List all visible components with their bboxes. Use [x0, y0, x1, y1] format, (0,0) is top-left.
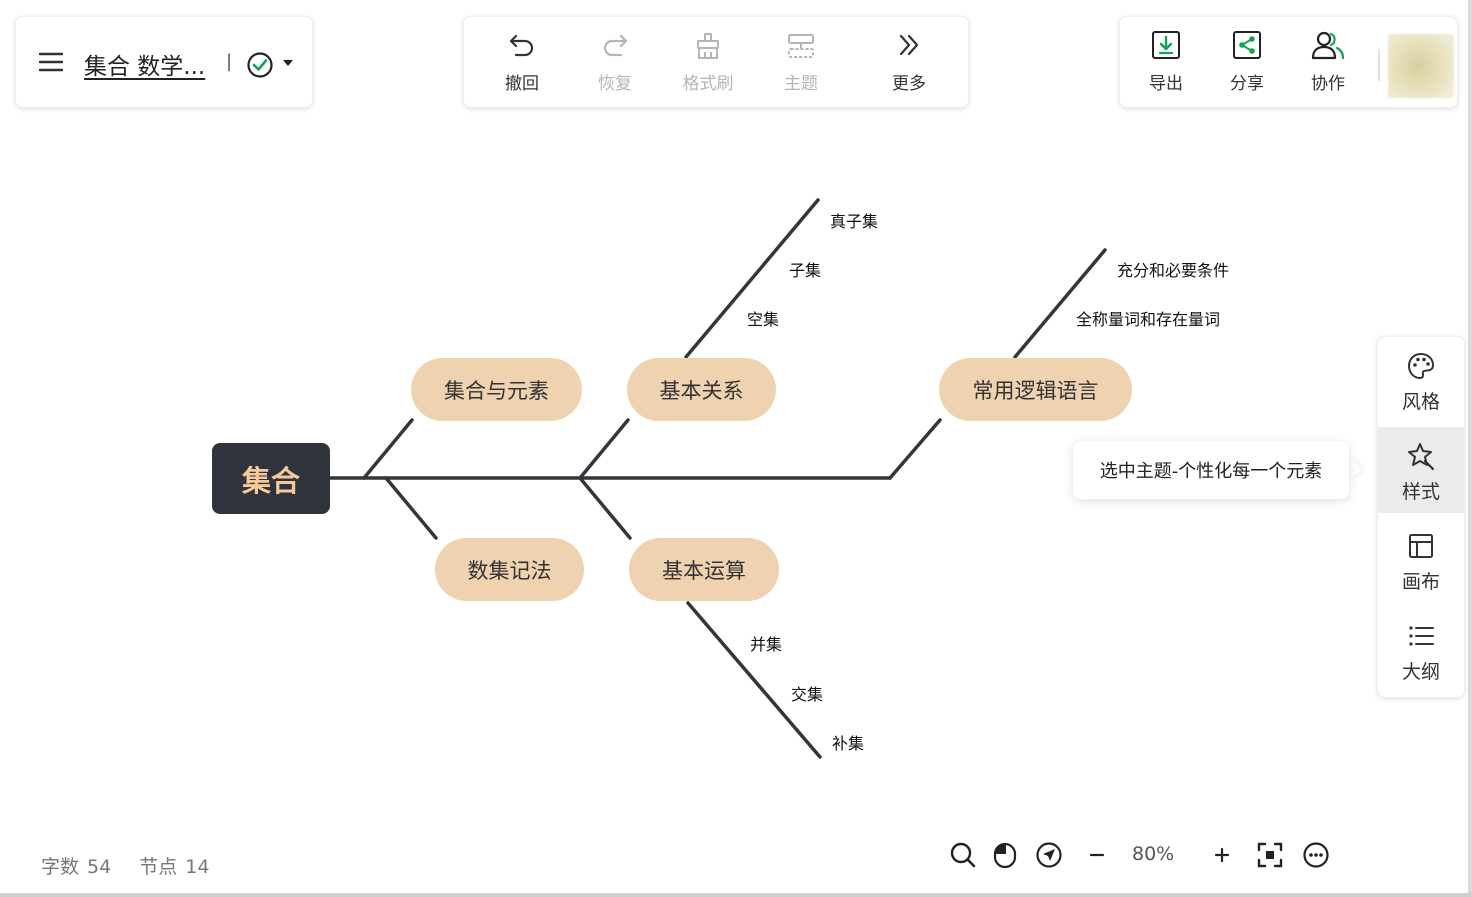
side-panel: 风格 样式 画布 大纲	[1377, 336, 1465, 698]
node-count-value: 14	[185, 856, 210, 878]
branch-line-set-notation	[384, 476, 438, 540]
sub-line-operations	[686, 601, 822, 759]
zoom-bar: 80%	[945, 838, 1335, 872]
topic-node-logic-language[interactable]: 常用逻辑语言	[939, 358, 1132, 421]
magic-star-icon	[1408, 443, 1435, 471]
node-count-label: 节点	[139, 856, 178, 878]
format-painter-label: 格式刷	[682, 74, 734, 94]
tooltip: 选中主题-个性化每一个元素	[1073, 441, 1349, 499]
fit-screen-button[interactable]	[1255, 840, 1285, 870]
topic-node-basic-relations[interactable]: 基本关系	[627, 358, 776, 421]
menu-button[interactable]	[38, 49, 64, 75]
users-icon	[1311, 31, 1345, 60]
collaborate-button[interactable]: 协作	[1297, 27, 1359, 99]
caret-down-icon	[283, 60, 293, 66]
redo-icon	[603, 34, 628, 57]
branch-line-set-and-element	[362, 418, 414, 480]
undo-icon	[509, 34, 534, 57]
locate-button[interactable]	[1033, 840, 1065, 870]
word-count-label: 字数	[41, 856, 80, 878]
theme-button[interactable]: 主题	[766, 29, 836, 99]
list-icon	[1409, 626, 1434, 646]
share-button[interactable]: 分享	[1216, 27, 1278, 99]
export-label: 导出	[1149, 74, 1183, 94]
mouse-icon	[993, 842, 1017, 869]
title-separator: |	[226, 51, 233, 72]
avatar-divider	[1378, 49, 1380, 81]
collaborate-label: 协作	[1311, 74, 1345, 94]
format-painter-icon	[697, 33, 719, 59]
undo-button[interactable]: 撤回	[487, 29, 557, 99]
palette-icon	[1407, 352, 1435, 380]
more-label: 更多	[892, 74, 926, 94]
format-painter-button[interactable]: 格式刷	[673, 29, 743, 99]
actions-toolbar: 导出 分享 协作	[1119, 16, 1458, 108]
side-label-canvas: 画布	[1401, 571, 1440, 593]
root-node[interactable]: 集合	[212, 443, 330, 514]
side-item-style[interactable]: 风格	[1378, 337, 1464, 423]
side-item-canvas[interactable]: 画布	[1378, 517, 1464, 603]
double-chevron-right-icon	[899, 34, 919, 56]
leaf-node-quantifiers[interactable]: 全称量词和存在量词	[1076, 306, 1220, 330]
export-button[interactable]: 导出	[1135, 27, 1197, 99]
search-icon	[950, 842, 976, 868]
document-panel: 集合 数学... |	[15, 16, 313, 108]
side-item-outline[interactable]: 大纲	[1378, 607, 1464, 693]
avatar[interactable]	[1388, 34, 1454, 98]
theme-label: 主题	[784, 74, 818, 94]
fit-screen-icon	[1257, 842, 1283, 868]
topic-node-set-and-element[interactable]: 集合与元素	[411, 358, 582, 421]
leaf-node-union[interactable]: 并集	[750, 631, 782, 655]
zoom-out-button[interactable]	[1085, 840, 1109, 870]
sub-line-logic	[1013, 248, 1107, 359]
word-count: 字数 54	[41, 856, 111, 878]
share-label: 分享	[1230, 74, 1264, 94]
leaf-node-sufficient-necessary[interactable]: 充分和必要条件	[1117, 257, 1229, 281]
topic-node-set-notation[interactable]: 数集记法	[435, 538, 584, 601]
word-count-value: 54	[87, 856, 112, 878]
more-button[interactable]: 更多	[874, 29, 944, 99]
more-options-button[interactable]	[1301, 840, 1331, 870]
leaf-node-proper-subset[interactable]: 真子集	[830, 208, 878, 232]
branch-line-logic-language	[888, 418, 942, 480]
edit-toolbar: 撤回 恢复 格式刷 主题 更多	[463, 16, 969, 108]
side-label-format: 样式	[1401, 481, 1440, 503]
saved-check-icon	[247, 52, 293, 78]
redo-button[interactable]: 恢复	[580, 29, 650, 99]
window-edge-right	[1468, 0, 1472, 897]
node-count: 节点 14	[139, 856, 209, 878]
layout-icon	[1409, 534, 1433, 558]
minus-icon	[1089, 853, 1105, 857]
side-label-outline: 大纲	[1401, 661, 1440, 683]
branch-line-basic-relations	[578, 418, 630, 480]
navigation-icon	[1036, 842, 1062, 868]
zoom-in-button[interactable]	[1210, 840, 1234, 870]
topic-node-basic-operations[interactable]: 基本运算	[629, 538, 779, 601]
undo-label: 撤回	[505, 74, 539, 94]
window-edge-bottom	[0, 893, 1472, 897]
leaf-node-complement[interactable]: 补集	[832, 730, 864, 754]
document-stats: 字数 54 节点 14	[41, 852, 231, 879]
hamburger-icon	[38, 52, 64, 72]
share-icon	[1233, 31, 1261, 59]
branch-line-basic-operations	[578, 476, 632, 540]
plus-icon	[1214, 847, 1230, 863]
search-button[interactable]	[948, 840, 978, 870]
side-label-style: 风格	[1401, 391, 1440, 413]
document-title[interactable]: 集合 数学...	[84, 47, 205, 81]
redo-label: 恢复	[598, 74, 632, 94]
leaf-node-intersection[interactable]: 交集	[791, 681, 823, 705]
mouse-mode-button[interactable]	[990, 840, 1020, 870]
side-item-format[interactable]: 样式	[1378, 427, 1464, 513]
save-status-dropdown[interactable]	[245, 50, 301, 78]
export-icon	[1152, 31, 1180, 59]
ellipsis-circle-icon	[1303, 842, 1329, 868]
leaf-node-empty-set[interactable]: 空集	[747, 306, 779, 330]
zoom-level[interactable]: 80%	[1132, 843, 1174, 865]
theme-icon	[788, 34, 814, 58]
leaf-node-subset[interactable]: 子集	[789, 257, 821, 281]
